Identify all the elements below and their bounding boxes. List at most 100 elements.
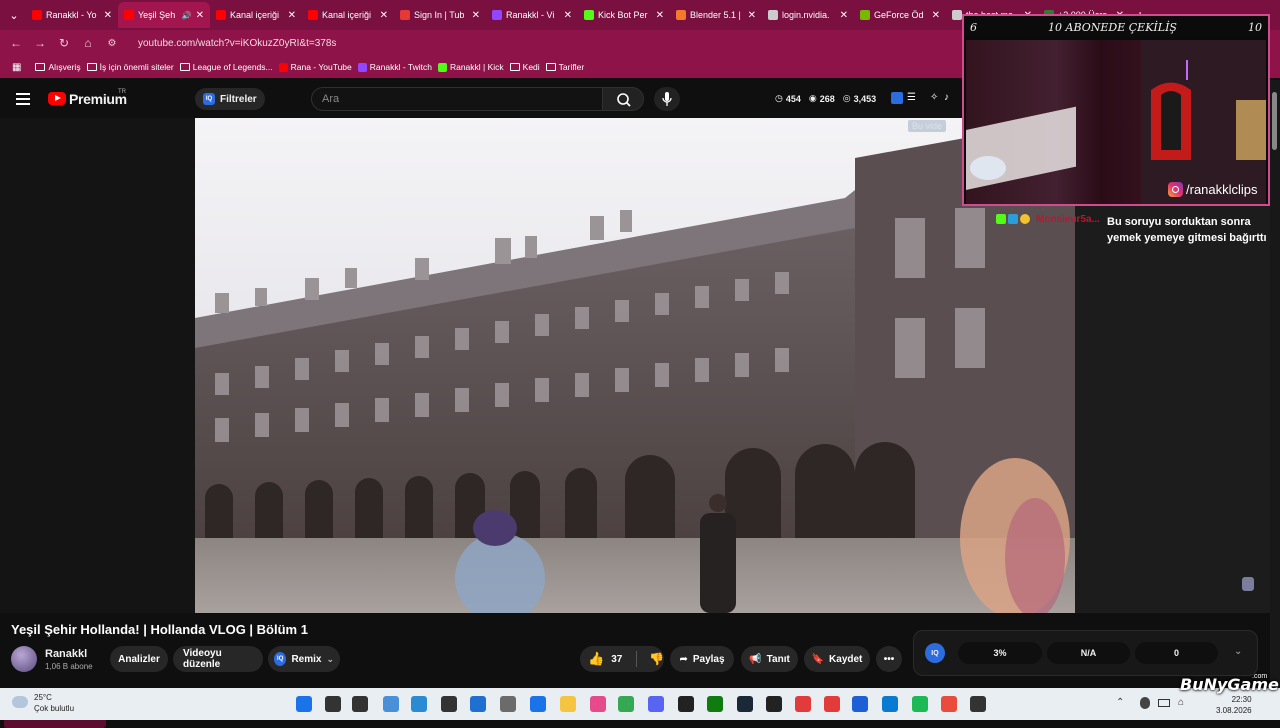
- bookmark-item[interactable]: Kedi: [509, 62, 540, 72]
- like-icon[interactable]: 👍: [588, 651, 604, 667]
- obs-icon[interactable]: [678, 696, 694, 712]
- save-button[interactable]: 🔖 Kaydet: [804, 646, 870, 672]
- remix-button[interactable]: IQ Remix ⌄: [268, 646, 340, 672]
- like-count[interactable]: 37: [611, 654, 622, 665]
- analytics-button[interactable]: Analizler: [110, 646, 168, 672]
- photos-icon[interactable]: [590, 696, 606, 712]
- site-settings-icon[interactable]: ⚙: [100, 38, 124, 49]
- browser-tab[interactable]: GeForce Öd ✕: [854, 2, 946, 28]
- bookmark-item[interactable]: Rana - YouTube: [278, 62, 352, 72]
- home-icon[interactable]: ⌂: [76, 36, 100, 50]
- kick-badge-icon: [996, 214, 1006, 224]
- game-icon[interactable]: [941, 696, 957, 712]
- iq-panel-chevron-icon[interactable]: ⌄: [1234, 646, 1242, 657]
- tab-close-icon[interactable]: ✕: [288, 10, 296, 21]
- weather-cloud-icon[interactable]: [12, 696, 28, 708]
- search-icon[interactable]: [325, 696, 341, 712]
- video-player[interactable]: Bu vide: [195, 118, 1075, 613]
- cube-icon[interactable]: [441, 696, 457, 712]
- settings-icon[interactable]: [500, 696, 516, 712]
- sparkle-icon[interactable]: ✧: [930, 92, 942, 104]
- tab-close-icon[interactable]: ✕: [196, 10, 204, 21]
- keyboard-icon[interactable]: [1158, 699, 1170, 707]
- browser-tab[interactable]: login.nvidia. ✕: [762, 2, 854, 28]
- browser-tab[interactable]: Kanal içeriği ✕: [210, 2, 302, 28]
- scrollbar-thumb[interactable]: [1272, 92, 1277, 150]
- channel-name[interactable]: Ranakkl: [45, 648, 87, 660]
- clock[interactable]: 22:30 3.08.2026: [1216, 694, 1252, 716]
- bookmark-label: Ranakkl | Kick: [449, 62, 504, 72]
- dislike-icon[interactable]: 👎: [649, 652, 664, 666]
- bell-icon[interactable]: ♪: [944, 92, 956, 104]
- tab-search-chevron-icon[interactable]: ⌄: [2, 3, 26, 27]
- folder-icon[interactable]: [560, 696, 576, 712]
- giveaway-right-number: 10: [1247, 20, 1262, 34]
- tray-chevron-icon[interactable]: ⌃: [1116, 697, 1124, 708]
- promote-button[interactable]: 📢 Tanıt: [741, 646, 798, 672]
- store-icon[interactable]: [470, 696, 486, 712]
- back-icon[interactable]: ←: [4, 36, 28, 50]
- xbox-icon[interactable]: [707, 696, 723, 712]
- apps-grid-icon[interactable]: ▦: [12, 62, 21, 73]
- widget-icon[interactable]: [383, 696, 399, 712]
- share-label: Paylaş: [692, 653, 725, 665]
- battle-icon[interactable]: [882, 696, 898, 712]
- bookmark-item[interactable]: Ranakkl | Kick: [437, 62, 504, 72]
- reload-icon[interactable]: ↻: [52, 36, 76, 50]
- edge-icon[interactable]: [411, 696, 427, 712]
- bookmark-item[interactable]: Tarifler: [545, 62, 584, 72]
- search-input[interactable]: Ara: [311, 87, 603, 111]
- spotify-icon[interactable]: [912, 696, 928, 712]
- filters-button[interactable]: IQ Filtreler: [195, 88, 265, 110]
- browser-tab[interactable]: Sign In | Tub ✕: [394, 2, 486, 28]
- discord-icon[interactable]: [648, 696, 664, 712]
- tab-close-icon[interactable]: ✕: [380, 10, 388, 21]
- share-button[interactable]: ➦ Paylaş: [670, 646, 734, 672]
- iq-ext-icon[interactable]: [891, 92, 903, 104]
- browser-tab[interactable]: Yeşil Şeh 🔊 ✕: [118, 2, 210, 28]
- tab-close-icon[interactable]: ✕: [472, 10, 480, 21]
- tab-close-icon[interactable]: ✕: [840, 10, 848, 21]
- edit-video-button[interactable]: Videoyu düzenle: [173, 646, 263, 672]
- channel-avatar[interactable]: [11, 646, 37, 672]
- bookmark-item[interactable]: İş için önemli siteler: [86, 62, 174, 72]
- tab-close-icon[interactable]: ✕: [104, 10, 112, 21]
- epic-icon[interactable]: [766, 696, 782, 712]
- iq-panel-badge[interactable]: IQ: [925, 643, 945, 663]
- task-view-icon[interactable]: [352, 696, 368, 712]
- forward-icon[interactable]: →: [28, 36, 52, 50]
- voice-search-button[interactable]: [654, 87, 680, 111]
- uplay-icon[interactable]: [852, 696, 868, 712]
- bookmark-item[interactable]: Alışveriş: [35, 62, 81, 72]
- steam-icon[interactable]: [737, 696, 753, 712]
- tab-close-icon[interactable]: ✕: [564, 10, 572, 21]
- weather-widget[interactable]: 25°C Çok bulutlu: [34, 692, 74, 714]
- app-icon[interactable]: [824, 696, 840, 712]
- sheet-icon[interactable]: [970, 696, 986, 712]
- browser-tab[interactable]: Kanal içeriği ✕: [302, 2, 394, 28]
- tab-audio-icon[interactable]: 🔊: [182, 11, 192, 20]
- more-actions-button[interactable]: •••: [876, 646, 902, 672]
- bookmark-item[interactable]: Ranakkl - Twitch: [357, 62, 432, 72]
- tab-close-icon[interactable]: ✕: [748, 10, 756, 21]
- browser-tab[interactable]: Ranakkl - Yo ✕: [26, 2, 118, 28]
- mic-tray-icon[interactable]: [1140, 697, 1150, 709]
- search-button[interactable]: [602, 87, 644, 111]
- menu-icon[interactable]: [16, 93, 30, 105]
- mail-icon[interactable]: [530, 696, 546, 712]
- windows-start-icon[interactable]: [296, 696, 312, 712]
- network-icon[interactable]: ⌂: [1178, 697, 1184, 708]
- youtube-logo-icon[interactable]: [48, 92, 66, 105]
- ea-icon[interactable]: [795, 696, 811, 712]
- scrollbar[interactable]: [1270, 80, 1280, 690]
- bookmark-icon: 🔖: [811, 653, 825, 665]
- tab-close-icon[interactable]: ✕: [932, 10, 940, 21]
- url-field[interactable]: youtube.com/watch?v=iKOkuzZ0yRI&t=378s: [138, 38, 336, 49]
- list-icon[interactable]: ☰: [907, 92, 919, 104]
- tab-close-icon[interactable]: ✕: [656, 10, 664, 21]
- browser-tab[interactable]: Ranakkl - Vi ✕: [486, 2, 578, 28]
- browser-tab[interactable]: Blender 5.1 | ✕: [670, 2, 762, 28]
- chrome-icon[interactable]: [618, 696, 634, 712]
- bookmark-item[interactable]: League of Legends...: [179, 62, 273, 72]
- browser-tab[interactable]: Kick Bot Per ✕: [578, 2, 670, 28]
